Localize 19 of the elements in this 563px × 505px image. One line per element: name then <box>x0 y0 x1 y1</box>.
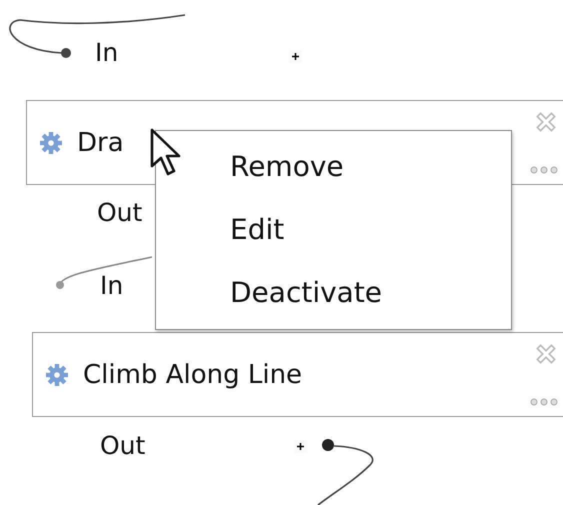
node-title: Climb Along Line <box>83 360 302 390</box>
gear-icon <box>45 362 69 386</box>
menu-item[interactable]: Edit <box>156 204 511 255</box>
output-label: Out <box>100 430 146 462</box>
algorithm-node[interactable]: Climb Along Line <box>32 332 563 417</box>
port-dot <box>61 48 71 58</box>
menu-item[interactable]: Deactivate <box>156 268 511 318</box>
gear-icon <box>39 130 63 154</box>
more-icon[interactable] <box>529 166 559 174</box>
more-icon[interactable] <box>529 398 559 406</box>
output-label: Out <box>97 197 142 229</box>
node-title: Dra <box>77 128 124 158</box>
input-label: In <box>95 37 118 69</box>
connector-line <box>318 445 374 505</box>
port-dot <box>322 439 334 451</box>
input-label: In <box>100 270 124 302</box>
add-icon[interactable] <box>289 50 302 63</box>
port-dot <box>56 281 64 289</box>
add-icon[interactable] <box>294 440 307 453</box>
